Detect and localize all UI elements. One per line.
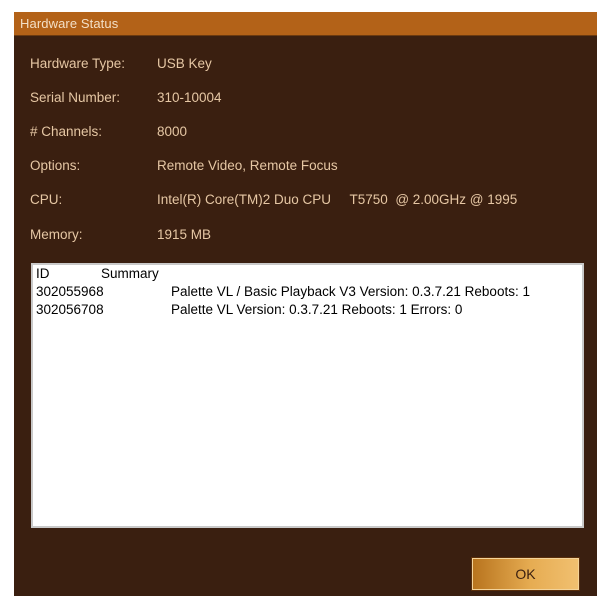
title-bar[interactable]: Hardware Status <box>14 12 597 36</box>
options-label: Options: <box>30 158 81 173</box>
summary-column-header[interactable]: Summary <box>101 266 159 281</box>
id-column-header[interactable]: ID <box>36 266 50 281</box>
list-item[interactable]: 302055968 Palette VL / Basic Playback V3… <box>33 284 582 300</box>
memory-row: Memory: 1915 MB <box>14 227 597 247</box>
hardware-type-value: USB Key <box>157 56 212 71</box>
list-item-id: 302055968 <box>36 284 104 299</box>
cpu-row: CPU: Intel(R) Core(TM)2 Duo CPU T5750 @ … <box>14 192 597 212</box>
device-summary-list[interactable]: ID Summary 302055968 Palette VL / Basic … <box>31 263 584 528</box>
list-item-summary: Palette VL / Basic Playback V3 Version: … <box>171 284 530 299</box>
serial-number-label: Serial Number: <box>30 90 121 105</box>
memory-value: 1915 MB <box>157 227 212 242</box>
ok-button[interactable]: OK <box>471 557 580 591</box>
hardware-type-row: Hardware Type: USB Key <box>14 56 597 76</box>
channels-row: # Channels: 8000 <box>14 124 597 144</box>
list-item-id: 302056708 <box>36 302 104 317</box>
memory-label: Memory: <box>30 227 83 242</box>
window-title: Hardware Status <box>20 16 119 31</box>
serial-number-row: Serial Number: 310-10004 <box>14 90 597 110</box>
hardware-status-dialog: Hardware Status Hardware Type: USB Key S… <box>14 12 597 596</box>
options-value: Remote Video, Remote Focus <box>157 158 338 173</box>
channels-label: # Channels: <box>30 124 103 139</box>
serial-number-value: 310-10004 <box>157 90 222 105</box>
ok-button-label: OK <box>515 566 536 582</box>
hardware-type-label: Hardware Type: <box>30 56 126 71</box>
channels-value: 8000 <box>157 124 188 139</box>
cpu-label: CPU: <box>30 192 63 207</box>
cpu-value: Intel(R) Core(TM)2 Duo CPU T5750 @ 2.00G… <box>157 192 518 207</box>
list-item[interactable]: 302056708 Palette VL Version: 0.3.7.21 R… <box>33 302 582 318</box>
list-header: ID Summary <box>33 266 582 282</box>
options-row: Options: Remote Video, Remote Focus <box>14 158 597 178</box>
list-item-summary: Palette VL Version: 0.3.7.21 Reboots: 1 … <box>171 302 463 317</box>
